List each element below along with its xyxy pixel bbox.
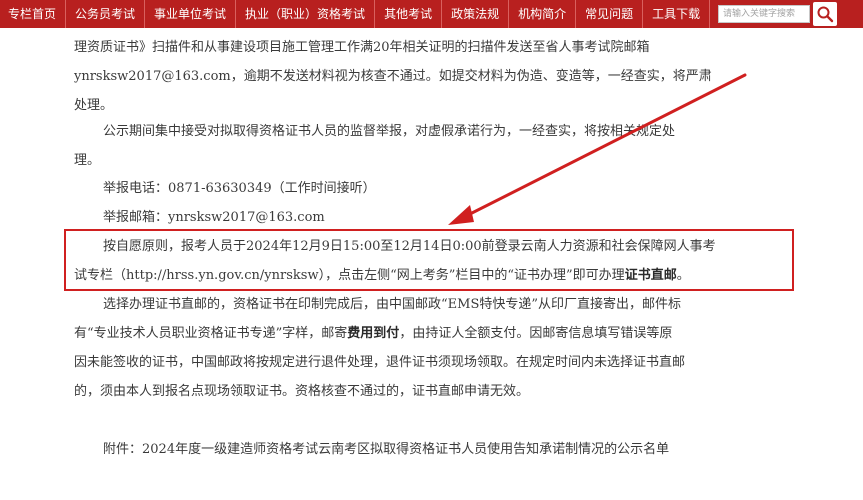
paragraph-3-line-2-text: 有“专业技术人员职业资格证书专递”字样，邮寄 bbox=[74, 326, 348, 341]
nav-item-faq[interactable]: 常见问题 bbox=[576, 0, 644, 28]
top-nav-bar: 专栏首页 公务员考试 事业单位考试 执业（职业）资格考试 其他考试 政策法规 机… bbox=[0, 0, 863, 28]
report-email: 举报邮箱：ynrsksw2017@163.com bbox=[103, 210, 325, 225]
paragraph-3-line-2-end: ，由持证人全额支付。因邮寄信息填写错误等原 bbox=[399, 326, 673, 341]
paragraph-1-line-1: 理资质证书》扫描件和从事建设项目施工管理工作满20年相关证明的扫描件发送至省人事… bbox=[74, 40, 650, 55]
report-phone: 举报电话：0871-63630349（工作时间接听） bbox=[103, 181, 376, 196]
search-button[interactable] bbox=[813, 2, 837, 26]
nav-item-qualification-exam[interactable]: 执业（职业）资格考试 bbox=[236, 0, 376, 28]
nav-item-policies[interactable]: 政策法规 bbox=[442, 0, 510, 28]
paragraph-1-line-3: 处理。 bbox=[74, 98, 114, 113]
search-icon bbox=[817, 6, 834, 23]
paragraph-2-line-1: 公示期间集中接受对拟取得资格证书人员的监督举报，对虚假承诺行为，一经查实，将按相… bbox=[103, 124, 676, 139]
paragraph-2-line-2: 理。 bbox=[74, 153, 101, 168]
paragraph-3-line-2: 有“专业技术人员职业资格证书专递”字样，邮寄费用到付，由持证人全额支付。因邮寄信… bbox=[74, 319, 672, 348]
nav-item-public-institution-exam[interactable]: 事业单位考试 bbox=[145, 0, 237, 28]
nav-item-about[interactable]: 机构简介 bbox=[509, 0, 577, 28]
paragraph-3-line-3: 因未能签收的证书，中国邮政将按规定进行退件处理，退件证书须现场领取。在规定时间内… bbox=[74, 355, 686, 370]
annotation-highlight-box bbox=[64, 229, 794, 291]
paragraph-3-line-1: 选择办理证书直邮的，资格证书在印制完成后，由中国邮政“EMS特快专递”从印厂直接… bbox=[103, 297, 681, 312]
paragraph-3-line-4: 的，须由本人到报名点现场领取证书。资格核查不通过的，证书直邮申请无效。 bbox=[74, 384, 530, 399]
nav-item-civil-service-exam[interactable]: 公务员考试 bbox=[66, 0, 146, 28]
nav-item-downloads[interactable]: 工具下载 bbox=[643, 0, 711, 28]
search-input[interactable] bbox=[718, 5, 810, 23]
paragraph-1-line-2: ynrsksw2017@163.com，逾期不发送材料视为核查不通过。如提交材料… bbox=[74, 69, 712, 84]
nav-item-home[interactable]: 专栏首页 bbox=[0, 0, 67, 28]
nav-item-other-exams[interactable]: 其他考试 bbox=[375, 0, 443, 28]
attachment-link[interactable]: 附件：2024年度一级建造师资格考试云南考区拟取得资格证书人员使用告知承诺制情况… bbox=[103, 435, 669, 464]
paragraph-3-bold-text: 费用到付 bbox=[347, 326, 400, 341]
